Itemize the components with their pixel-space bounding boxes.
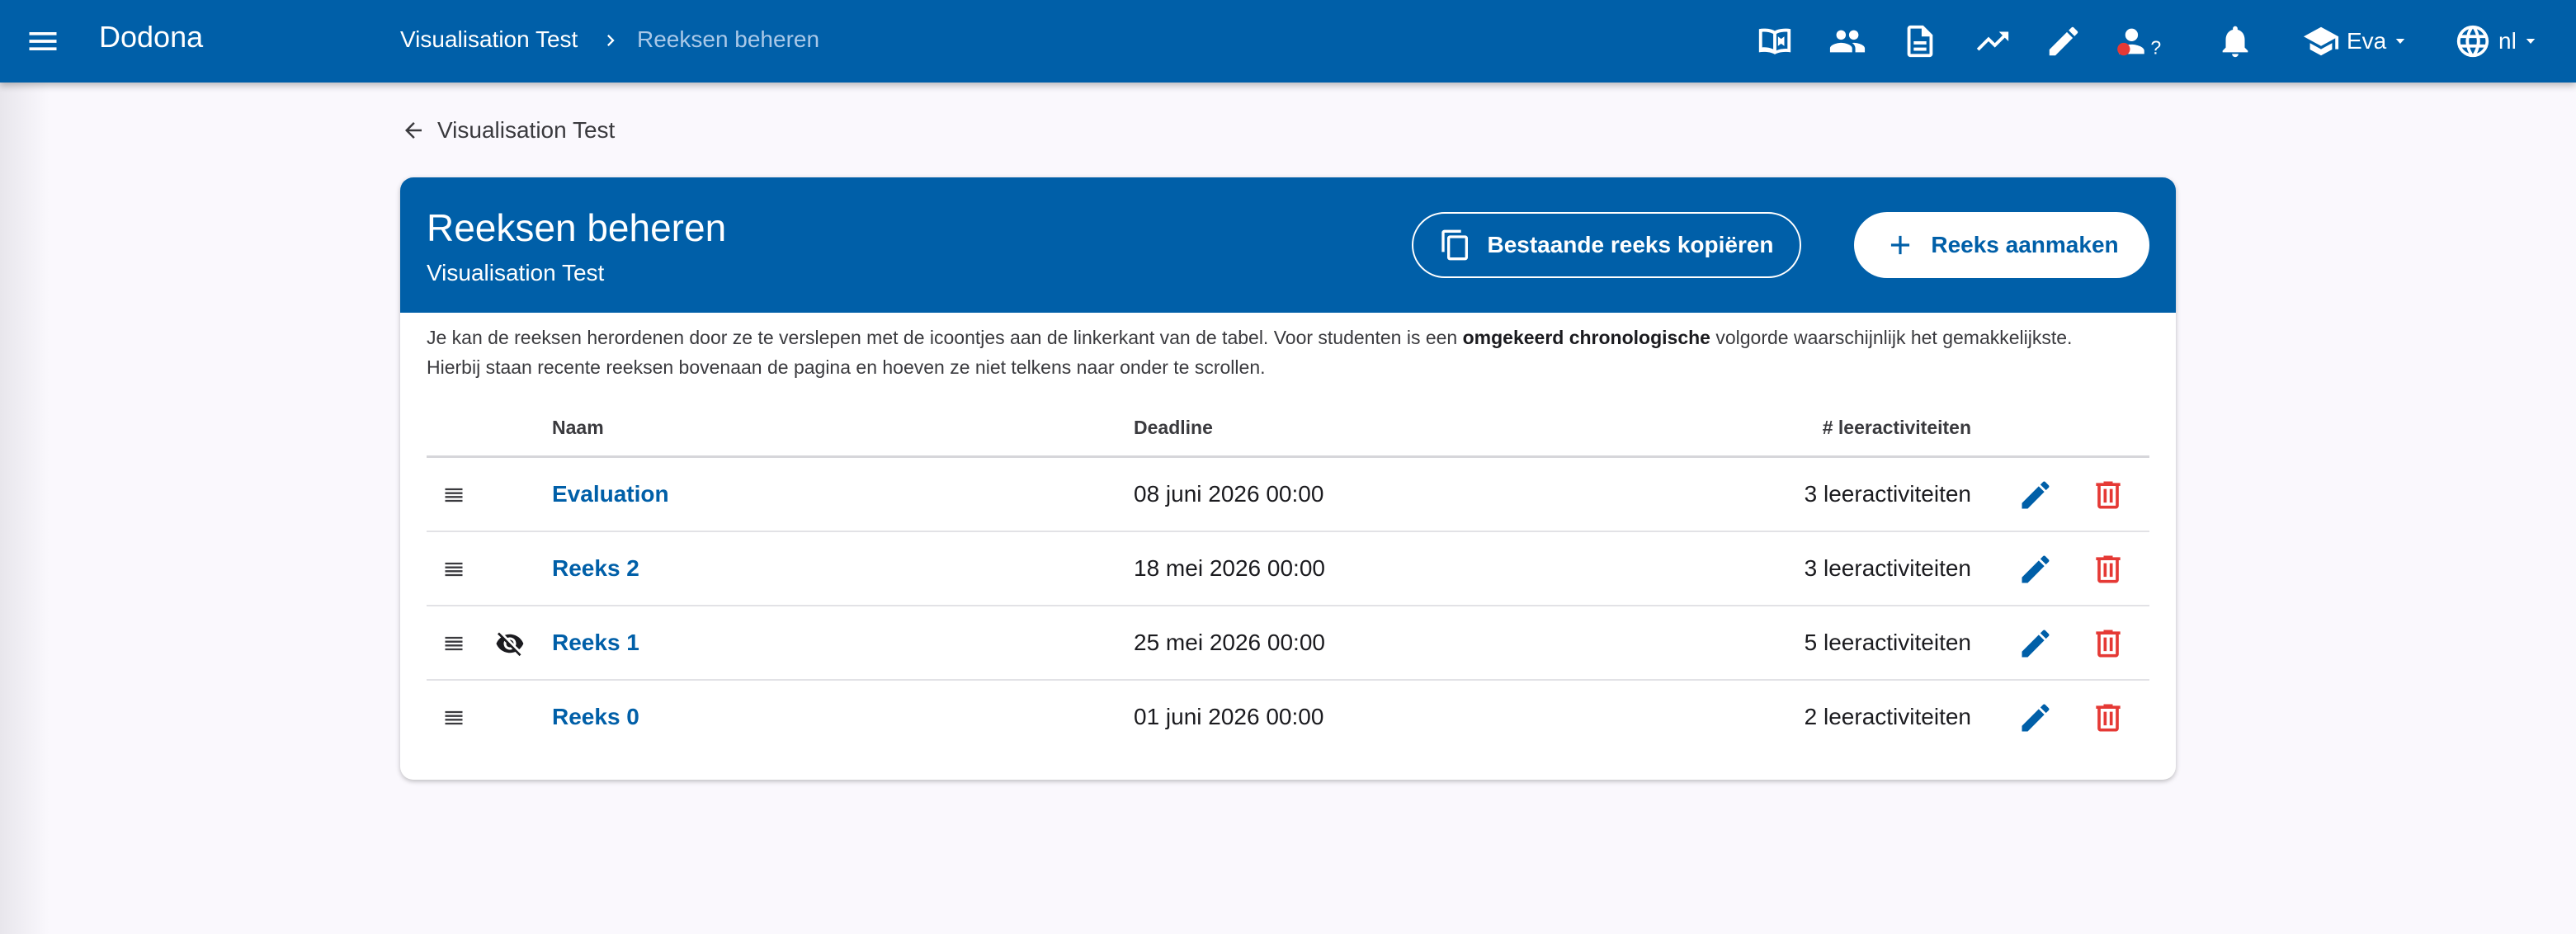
card-header: Reeksen beheren Visualisation Test Besta…: [400, 177, 2176, 313]
page-left-shade: [0, 0, 50, 934]
intro-text: Je kan de reeksen herordenen door ze te …: [427, 327, 2073, 378]
caret-down-icon: [2396, 39, 2405, 44]
series-activity-count: 3 leeractiviteiten: [1804, 481, 1971, 507]
column-header-name: Naam: [552, 417, 604, 438]
series-activity-count: 2 leeractiviteiten: [1804, 704, 1971, 729]
svg-text:?: ?: [2150, 36, 2161, 58]
users-icon[interactable]: [1828, 22, 1866, 60]
eye-off-icon: [496, 632, 524, 657]
table-row: Evaluation 08 juni 2026 00:00 3 leeracti…: [427, 458, 2149, 532]
back-link[interactable]: Visualisation Test: [401, 117, 615, 144]
edit-icon[interactable]: [2017, 700, 2054, 736]
copy-icon: [1441, 229, 1469, 261]
page-title: Reeksen beheren: [427, 206, 727, 249]
column-header-count: # leeractiviteiten: [1822, 417, 1971, 438]
caret-down-icon: [2526, 39, 2536, 44]
document-icon[interactable]: [1901, 22, 1939, 60]
language-menu[interactable]: nl: [2454, 21, 2538, 61]
breadcrumb-course[interactable]: Visualisation Test: [400, 26, 578, 53]
delete-icon[interactable]: [2090, 551, 2126, 587]
library-book-icon[interactable]: [1756, 22, 1794, 60]
series-deadline: 25 mei 2026 00:00: [1134, 630, 1325, 655]
series-name-link[interactable]: Reeks 0: [552, 704, 639, 730]
series-activity-count: 3 leeractiviteiten: [1804, 555, 1971, 581]
graduation-cap-icon: [2303, 26, 2339, 56]
delete-icon[interactable]: [2090, 700, 2126, 736]
delete-icon[interactable]: [2090, 625, 2126, 662]
column-header-deadline: Deadline: [1134, 417, 1213, 438]
user-menu[interactable]: Eva: [2302, 21, 2408, 61]
delete-icon[interactable]: [2090, 477, 2126, 513]
copy-series-label: Bestaande reeks kopiëren: [1487, 232, 1774, 257]
user-name: Eva: [2347, 28, 2387, 54]
series-name-link[interactable]: Reeks 1: [552, 630, 639, 656]
menu-icon[interactable]: [25, 23, 61, 59]
series-management-card: Reeksen beheren Visualisation Test Besta…: [400, 177, 2176, 780]
table-row: Reeks 1 25 mei 2026 00:00 5 leeractivite…: [427, 606, 2149, 681]
series-deadline: 08 juni 2026 00:00: [1134, 481, 1324, 507]
brand-title[interactable]: Dodona: [99, 20, 203, 54]
top-app-bar: Dodona Visualisation Test Reeksen behere…: [0, 0, 2576, 83]
plus-icon: [1891, 235, 1910, 255]
table-row: Reeks 2 18 mei 2026 00:00 3 leeractivite…: [427, 532, 2149, 606]
pencil-icon[interactable]: [2045, 22, 2083, 60]
create-series-button[interactable]: Reeks aanmaken: [1854, 212, 2149, 278]
breadcrumb-current: Reeksen beheren: [637, 26, 820, 52]
copy-series-button[interactable]: Bestaande reeks kopiëren: [1412, 212, 1801, 278]
edit-icon[interactable]: [2017, 551, 2054, 587]
series-name-link[interactable]: Reeks 2: [552, 555, 639, 582]
drag-handle-icon[interactable]: [441, 706, 466, 729]
edit-icon[interactable]: [2017, 625, 2054, 662]
drag-handle-icon[interactable]: [441, 558, 466, 581]
series-activity-count: 5 leeractiviteiten: [1804, 630, 1971, 655]
series-name-link[interactable]: Evaluation: [552, 481, 669, 507]
chevron-right-icon: [599, 26, 622, 54]
language-code: nl: [2498, 28, 2517, 54]
back-link-label: Visualisation Test: [437, 117, 616, 143]
drag-handle-icon[interactable]: [441, 632, 466, 655]
series-deadline: 01 juni 2026 00:00: [1134, 704, 1324, 729]
bell-icon[interactable]: [2216, 22, 2254, 60]
drag-handle-icon[interactable]: [441, 484, 466, 507]
create-series-label: Reeks aanmaken: [1931, 232, 2119, 257]
globe-icon: [2456, 25, 2489, 58]
card-subtitle: Visualisation Test: [427, 260, 605, 285]
user-question-icon[interactable]: ?: [2112, 22, 2167, 60]
series-deadline: 18 mei 2026 00:00: [1134, 555, 1325, 581]
edit-icon[interactable]: [2017, 477, 2054, 513]
arrow-left-icon: [405, 122, 422, 139]
trending-up-icon[interactable]: [1974, 22, 2012, 60]
table-row: Reeks 0 01 juni 2026 00:00 2 leeractivit…: [427, 681, 2149, 755]
